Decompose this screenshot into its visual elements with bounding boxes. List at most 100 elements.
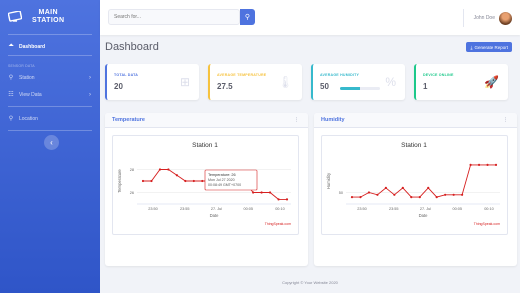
stat-card-total-data: TOTAL DATA 20 ⊞ [105,64,199,100]
table-icon: ☷ [8,92,14,98]
humidity-chart: Station 1 50 Humidity 23:50 23:55 27. Jul 00:0… [326,142,500,226]
data-point [435,196,438,199]
sidebar-toggle-button[interactable]: ‹ [44,135,59,150]
x-axis-label: Date [210,213,220,218]
footer-copyright: Copyright © Your Website 2020 [282,280,338,285]
data-point [384,186,387,189]
download-icon: ⤓ [470,44,473,50]
chart-title: Station 1 [192,142,218,149]
rocket-icon: 🚀 [484,75,499,89]
topbar: ⚲ John Doe [100,0,520,35]
progress-fill [340,87,360,90]
stat-label: DEVICE ONLINE [423,73,454,77]
search-button[interactable]: ⚲ [240,9,255,25]
data-point [184,179,187,183]
data-point [418,196,421,199]
data-point [252,191,255,194]
more-menu-icon[interactable]: ⋮ [294,117,299,123]
more-menu-icon[interactable]: ⋮ [503,117,508,123]
user-menu[interactable]: John Doe [462,9,512,27]
sidebar-item-station[interactable]: ⚲ Station › [0,69,100,86]
temperature-chart-frame: Station 1 26 28 Temperature 23:50 23:55 27. Ju… [112,135,299,235]
panel-title: Humidity [321,117,345,123]
data-point [167,168,170,171]
sidebar: MAIN STATION ⏶ Dashboard SENSOR DATA ⚲ S… [0,0,100,293]
x-tick-label: 00:05 [243,207,253,211]
percent-icon: % [385,75,396,89]
generate-report-label: Generate Report [474,44,508,50]
data-point [376,193,379,196]
tooltip-line: Mon Jul 27 2020 [208,178,235,182]
sidebar-item-label: View Data [19,91,42,98]
data-point [401,186,404,189]
sidebar-divider [8,34,92,35]
search-input[interactable] [108,9,240,25]
data-point [150,179,153,183]
y-axis-label: Humidity [326,172,331,189]
sidebar-item-label: Dashboard [19,43,46,50]
data-point [158,168,162,171]
stat-value: 27.5 [217,82,233,91]
data-point [192,179,195,183]
page-title: Dashboard [105,41,159,53]
data-point [350,196,354,199]
x-tick-label: 00:05 [452,207,462,211]
chevron-right-icon: › [89,91,91,98]
sidebar-item-location[interactable]: ⚲ Location [0,110,100,127]
stat-label: AVERAGE HUMIDITY [320,73,360,77]
sidebar-item-label: Location [19,115,38,122]
x-axis-label: Date [419,213,429,218]
stat-value: 50 [320,82,329,91]
data-point [277,198,280,201]
y-tick-label: 26 [130,191,134,195]
x-tick-label: 00:10 [484,207,494,211]
stat-value: 1 [423,82,428,91]
sidebar-divider [8,106,92,107]
brand[interactable]: MAIN STATION [0,0,100,34]
stat-value: 20 [114,82,123,91]
data-point [175,174,178,177]
data-point [393,193,396,196]
chart-credits: ThingSpeak.com [265,222,291,226]
thermometer-icon: 🌡 [277,75,293,89]
humidity-progress-bar [340,87,380,90]
humidity-chart-frame: Station 1 50 Humidity 23:50 23:55 27. Jul 00:0… [321,135,508,235]
search-icon: ⚲ [244,14,251,21]
monitor-icon [8,11,22,22]
data-point [469,163,472,166]
sidebar-item-dashboard[interactable]: ⏶ Dashboard [0,38,100,55]
temperature-chart: Station 1 26 28 Temperature 23:50 23:55 27. Ju… [117,142,291,226]
generate-report-button[interactable]: ⤓ Generate Report [466,42,512,52]
stat-label: AVERAGE TEMPERATURE [217,73,267,77]
x-tick-label: 23:50 [357,207,367,211]
y-tick-label: 50 [339,191,343,195]
station-icon: ⚲ [8,75,14,81]
data-point [268,191,272,194]
map-marker-icon: ⚲ [8,116,14,122]
sidebar-heading: SENSOR DATA [8,64,35,68]
sidebar-item-view-data[interactable]: ☷ View Data › [0,86,100,103]
data-point [486,163,489,166]
x-tick-label: 23:50 [148,207,158,211]
data-point [260,191,263,194]
data-point [359,196,362,199]
tooltip-title: Temperature: 26 [208,173,236,177]
humidity-panel: Humidity ⋮ Station 1 50 Humidity 23:50 23:55… [314,113,517,266]
brand-line-1: MAIN [38,9,58,16]
stat-card-average-temperature: AVERAGE TEMPERATURE 27.5 🌡 [208,64,302,100]
x-tick-label: 00:10 [275,207,285,211]
data-point [477,163,481,166]
dashboard-icon: ⏶ [8,43,14,49]
data-point [201,179,204,183]
data-point [367,191,371,194]
stat-card-device-online: DEVICE ONLINE 1 🚀 [414,64,508,100]
avatar [499,11,512,25]
stat-card-average-humidity: AVERAGE HUMIDITY 50 % [311,64,405,100]
data-point [410,196,413,199]
panel-title: Temperature [112,117,145,123]
x-tick-label: 23:55 [389,207,399,211]
data-point [461,193,464,196]
brand-title: MAIN STATION [32,9,64,25]
sidebar-divider [8,130,92,131]
tooltip-line: 00:08:49 GMT+0700 [208,183,241,187]
